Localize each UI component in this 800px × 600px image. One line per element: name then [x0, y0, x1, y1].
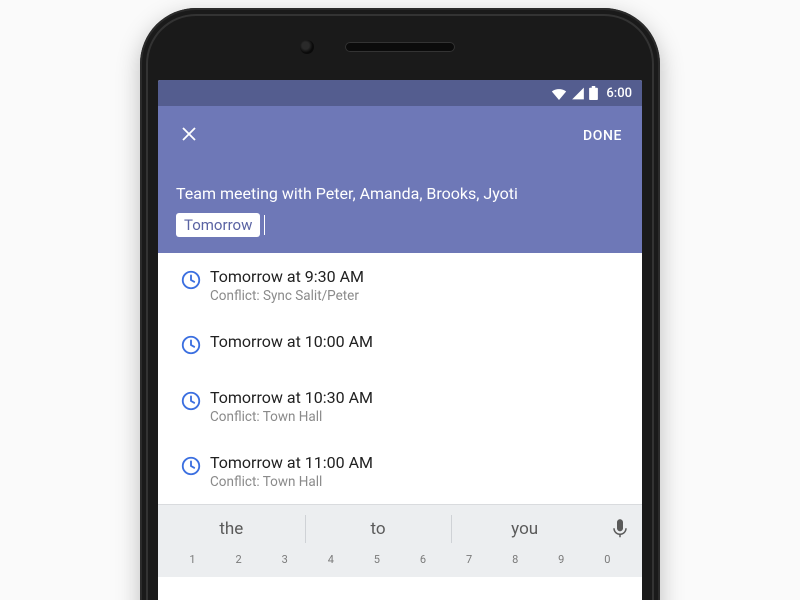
time-suggestion-row[interactable]: Tomorrow at 11:00 AM Conflict: Town Hall — [158, 439, 642, 504]
keyboard-key[interactable]: 1 — [172, 553, 213, 566]
keyboard-suggestion[interactable]: you — [451, 505, 598, 553]
suggestion-time: Tomorrow at 10:00 AM — [210, 332, 626, 351]
clock-icon — [180, 455, 202, 481]
phone-camera — [300, 40, 314, 54]
suggestion-conflict: Conflict: Sync Salit/Peter — [210, 288, 626, 304]
status-bar: 6:00 — [158, 80, 642, 106]
cell-signal-icon — [571, 87, 585, 100]
status-clock: 6:00 — [606, 86, 632, 101]
text-caret — [264, 215, 265, 235]
battery-icon — [589, 86, 598, 100]
time-suggestion-list: Tomorrow at 9:30 AM Conflict: Sync Salit… — [158, 253, 642, 504]
keyboard-key[interactable]: 6 — [402, 553, 443, 566]
keyboard-suggestion-bar: the to you — [158, 504, 642, 553]
clock-icon — [180, 390, 202, 416]
time-suggestion-row[interactable]: Tomorrow at 10:00 AM — [158, 318, 642, 374]
time-suggestion-row[interactable]: Tomorrow at 10:30 AM Conflict: Town Hall — [158, 374, 642, 439]
keyboard-key[interactable]: 0 — [587, 553, 628, 566]
suggestion-time: Tomorrow at 10:30 AM — [210, 388, 626, 407]
keyboard-key[interactable]: 5 — [356, 553, 397, 566]
suggestion-time: Tomorrow at 11:00 AM — [210, 453, 626, 472]
keyboard-suggestion[interactable]: the — [158, 505, 305, 553]
mic-icon[interactable] — [598, 505, 642, 553]
phone-frame: 6:00 DONE Team meeting with Peter, Amand… — [140, 8, 660, 600]
done-button[interactable]: DONE — [581, 122, 624, 150]
screen: 6:00 DONE Team meeting with Peter, Amand… — [158, 80, 642, 600]
clock-icon — [180, 269, 202, 295]
keyboard-key[interactable]: 8 — [495, 553, 536, 566]
time-chip[interactable]: Tomorrow — [176, 213, 260, 237]
keyboard-suggestion[interactable]: to — [305, 505, 452, 553]
keyboard-key[interactable]: 3 — [264, 553, 305, 566]
event-header: DONE Team meeting with Peter, Amanda, Br… — [158, 106, 642, 253]
time-input[interactable]: Tomorrow — [176, 213, 624, 237]
clock-icon — [180, 334, 202, 360]
time-suggestion-row[interactable]: Tomorrow at 9:30 AM Conflict: Sync Salit… — [158, 253, 642, 318]
keyboard-key[interactable]: 7 — [449, 553, 490, 566]
keyboard-key[interactable]: 2 — [218, 553, 259, 566]
suggestion-conflict: Conflict: Town Hall — [210, 474, 626, 490]
suggestion-conflict: Conflict: Town Hall — [210, 409, 626, 425]
close-icon[interactable] — [176, 121, 202, 152]
suggestion-time: Tomorrow at 9:30 AM — [210, 267, 626, 286]
wifi-icon — [551, 87, 567, 100]
keyboard-key[interactable]: 9 — [541, 553, 582, 566]
keyboard-number-row[interactable]: 1 2 3 4 5 6 7 8 9 0 — [158, 553, 642, 577]
event-title: Team meeting with Peter, Amanda, Brooks,… — [176, 184, 624, 203]
phone-speaker — [345, 42, 455, 52]
keyboard-key[interactable]: 4 — [310, 553, 351, 566]
